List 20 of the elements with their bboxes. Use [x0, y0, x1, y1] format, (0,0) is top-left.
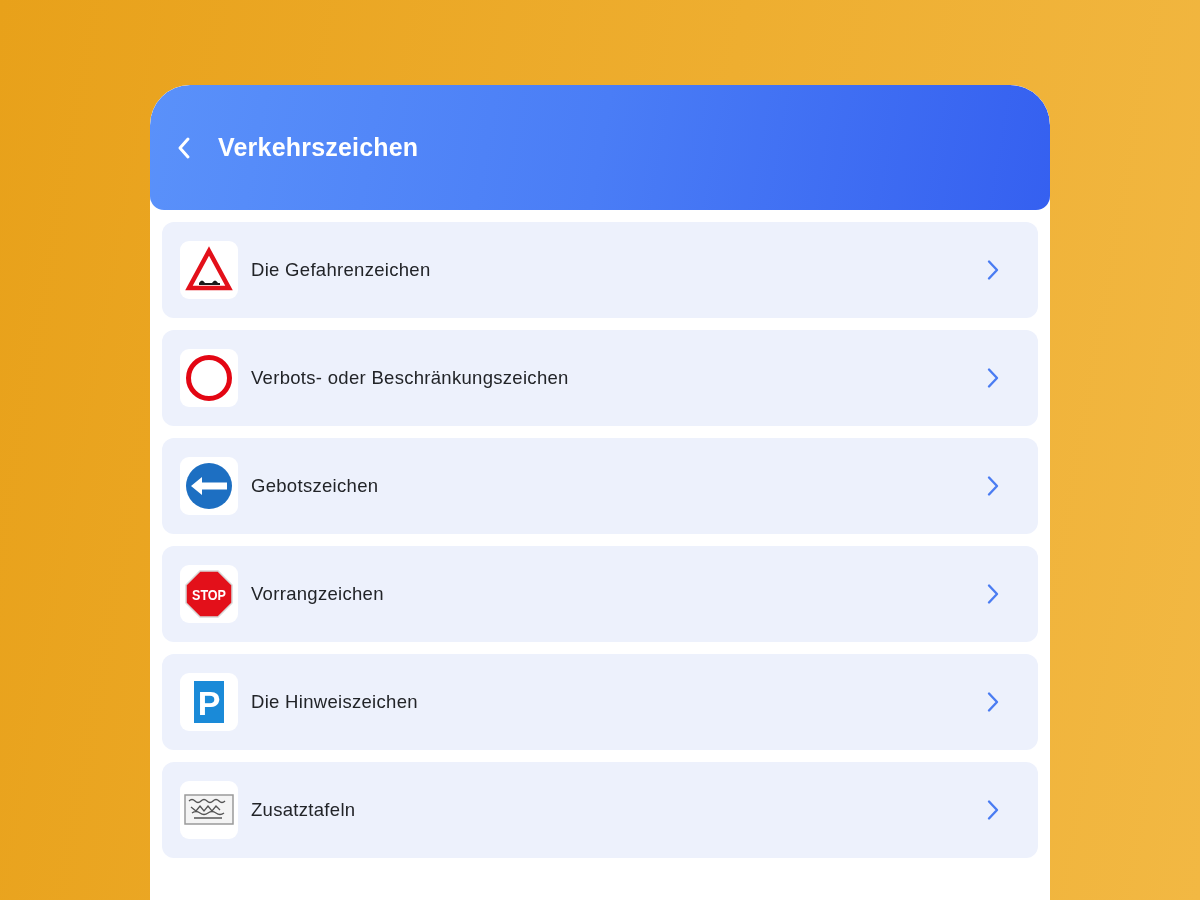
ring-sign-icon [180, 349, 238, 407]
category-row[interactable]: Gebotszeichen [162, 438, 1038, 534]
category-row[interactable]: P Die Hinweiszeichen [162, 654, 1038, 750]
screen-title: Verkehrszeichen [218, 133, 419, 162]
category-row[interactable]: Zusatztafeln [162, 762, 1038, 858]
chevron-right-icon [986, 799, 1000, 821]
warning-sign-icon [180, 241, 238, 299]
chevron-right-icon [986, 475, 1000, 497]
category-row[interactable]: STOP Vorrangzeichen [162, 546, 1038, 642]
chevron-right-icon [986, 583, 1000, 605]
chevron-right-icon [986, 691, 1000, 713]
stop-sign-icon: STOP [180, 565, 238, 623]
arrow-sign-icon [180, 457, 238, 515]
category-row[interactable]: Verbots- oder Beschränkungszeichen [162, 330, 1038, 426]
chevron-right-icon [986, 367, 1000, 389]
parking-sign-icon: P [180, 673, 238, 731]
back-icon[interactable] [176, 135, 192, 160]
category-row[interactable]: Die Gefahrenzeichen [162, 222, 1038, 318]
plate-sign-icon [180, 781, 238, 839]
chevron-right-icon [986, 259, 1000, 281]
